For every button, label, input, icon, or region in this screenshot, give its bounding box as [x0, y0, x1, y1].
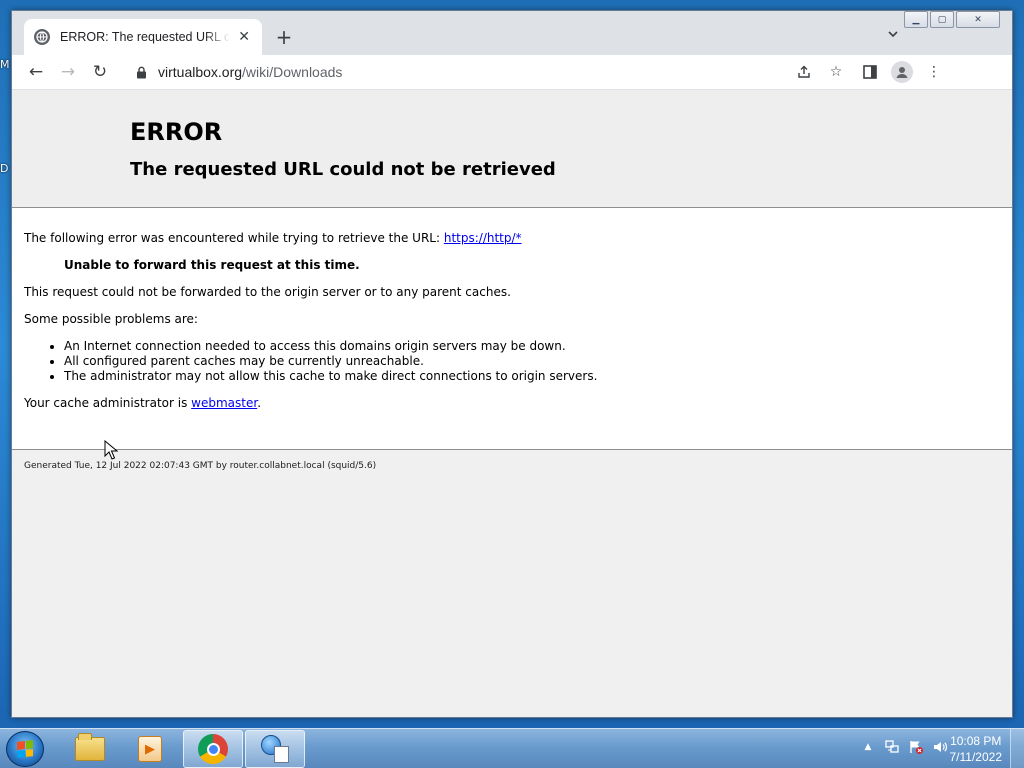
page-title: ERROR [130, 118, 223, 146]
maximize-button[interactable]: ▢ [930, 11, 954, 28]
windows-logo-icon [17, 740, 33, 758]
action-center-flag-icon[interactable] [908, 739, 924, 755]
url-host: virtualbox.org [158, 64, 243, 80]
tab-close-icon[interactable]: ✕ [236, 29, 252, 45]
taskbar-app-media-player[interactable]: ▶ [120, 730, 180, 768]
folder-icon [75, 733, 105, 761]
browser-toolbar: ← → ↻ virtualbox.org/wiki/Downloads ☆ ⋮ [12, 55, 1012, 89]
error-body: The following error was encountered whil… [12, 208, 1012, 450]
system-clock[interactable]: 10:08 PM 7/11/2022 [950, 733, 1003, 765]
globe-icon [34, 29, 50, 45]
network-status-icon[interactable] [884, 739, 900, 755]
list-item: The administrator may not allow this cac… [64, 369, 1000, 384]
back-button[interactable]: ← [20, 58, 52, 86]
bookmark-star-icon[interactable]: ☆ [824, 60, 848, 84]
requested-url-link[interactable]: https://http/* [444, 231, 522, 245]
mouse-cursor-icon [104, 440, 118, 460]
webmaster-link[interactable]: webmaster [191, 396, 257, 410]
url-path: /wiki/Downloads [242, 64, 343, 80]
clock-time: 10:08 PM [950, 734, 1002, 748]
reload-button[interactable]: ↻ [84, 58, 116, 86]
network-icon [261, 735, 289, 763]
side-panel-icon[interactable] [858, 60, 882, 84]
new-tab-button[interactable]: + [272, 25, 296, 49]
page-content: ERROR The requested URL could not be ret… [12, 90, 1012, 717]
show-hidden-icons-icon[interactable]: ▲ [860, 739, 876, 755]
profile-button[interactable] [890, 60, 914, 84]
intro-text: The following error was encountered whil… [24, 231, 444, 245]
page-subtitle: The requested URL could not be retrieved [130, 159, 556, 180]
window-controls: ▁ ▢ ✕ [902, 11, 1000, 28]
taskbar: ▶ ▲ 10:08 PM 7/11/2022 [0, 728, 1024, 768]
explanation-text: This request could not be forwarded to t… [24, 285, 511, 299]
browser-window: ERROR: The requested URL could not be re… [11, 10, 1013, 718]
taskbar-app-network[interactable] [245, 730, 305, 768]
list-item: All configured parent caches may be curr… [64, 354, 1000, 369]
avatar-icon [891, 61, 913, 83]
admin-paragraph: Your cache administrator is webmaster. [24, 396, 1000, 411]
taskbar-app-chrome[interactable] [183, 730, 243, 768]
menu-kebab-icon[interactable]: ⋮ [922, 60, 946, 84]
lock-icon[interactable] [134, 65, 148, 79]
tab-title: ERROR: The requested URL could not be re… [60, 30, 231, 44]
media-player-icon: ▶ [138, 736, 162, 762]
error-header: ERROR The requested URL could not be ret… [12, 90, 1012, 208]
close-window-button[interactable]: ✕ [956, 11, 1000, 28]
intro-paragraph: The following error was encountered whil… [24, 231, 1000, 246]
tab-search-chevron-icon[interactable] [884, 27, 902, 45]
problems-list: An Internet connection needed to access … [24, 339, 1000, 384]
system-tray: ▲ [860, 739, 948, 755]
start-button[interactable] [6, 731, 44, 767]
chrome-icon [198, 734, 228, 764]
taskbar-app-explorer[interactable] [60, 730, 120, 768]
minimize-button[interactable]: ▁ [904, 11, 928, 28]
error-reason: Unable to forward this request at this t… [64, 258, 360, 272]
share-icon[interactable] [792, 60, 816, 84]
address-bar[interactable]: virtualbox.org/wiki/Downloads ☆ [124, 58, 852, 86]
admin-suffix: . [257, 396, 262, 410]
problems-heading: Some possible problems are: [24, 312, 198, 326]
tab-active[interactable]: ERROR: The requested URL could not be re… [24, 19, 262, 55]
page-footer: Generated Tue, 12 Jul 2022 02:07:43 GMT … [12, 450, 1012, 482]
admin-text: Your cache administrator is [24, 396, 192, 410]
forward-button[interactable]: → [52, 58, 84, 86]
generated-timestamp: Generated Tue, 12 Jul 2022 02:07:43 GMT … [24, 461, 377, 471]
clock-date: 7/11/2022 [949, 750, 1003, 764]
list-item: An Internet connection needed to access … [64, 339, 1000, 354]
tab-strip: ERROR: The requested URL could not be re… [12, 11, 1012, 55]
volume-icon[interactable] [932, 739, 948, 755]
show-desktop-button[interactable] [1010, 729, 1024, 768]
